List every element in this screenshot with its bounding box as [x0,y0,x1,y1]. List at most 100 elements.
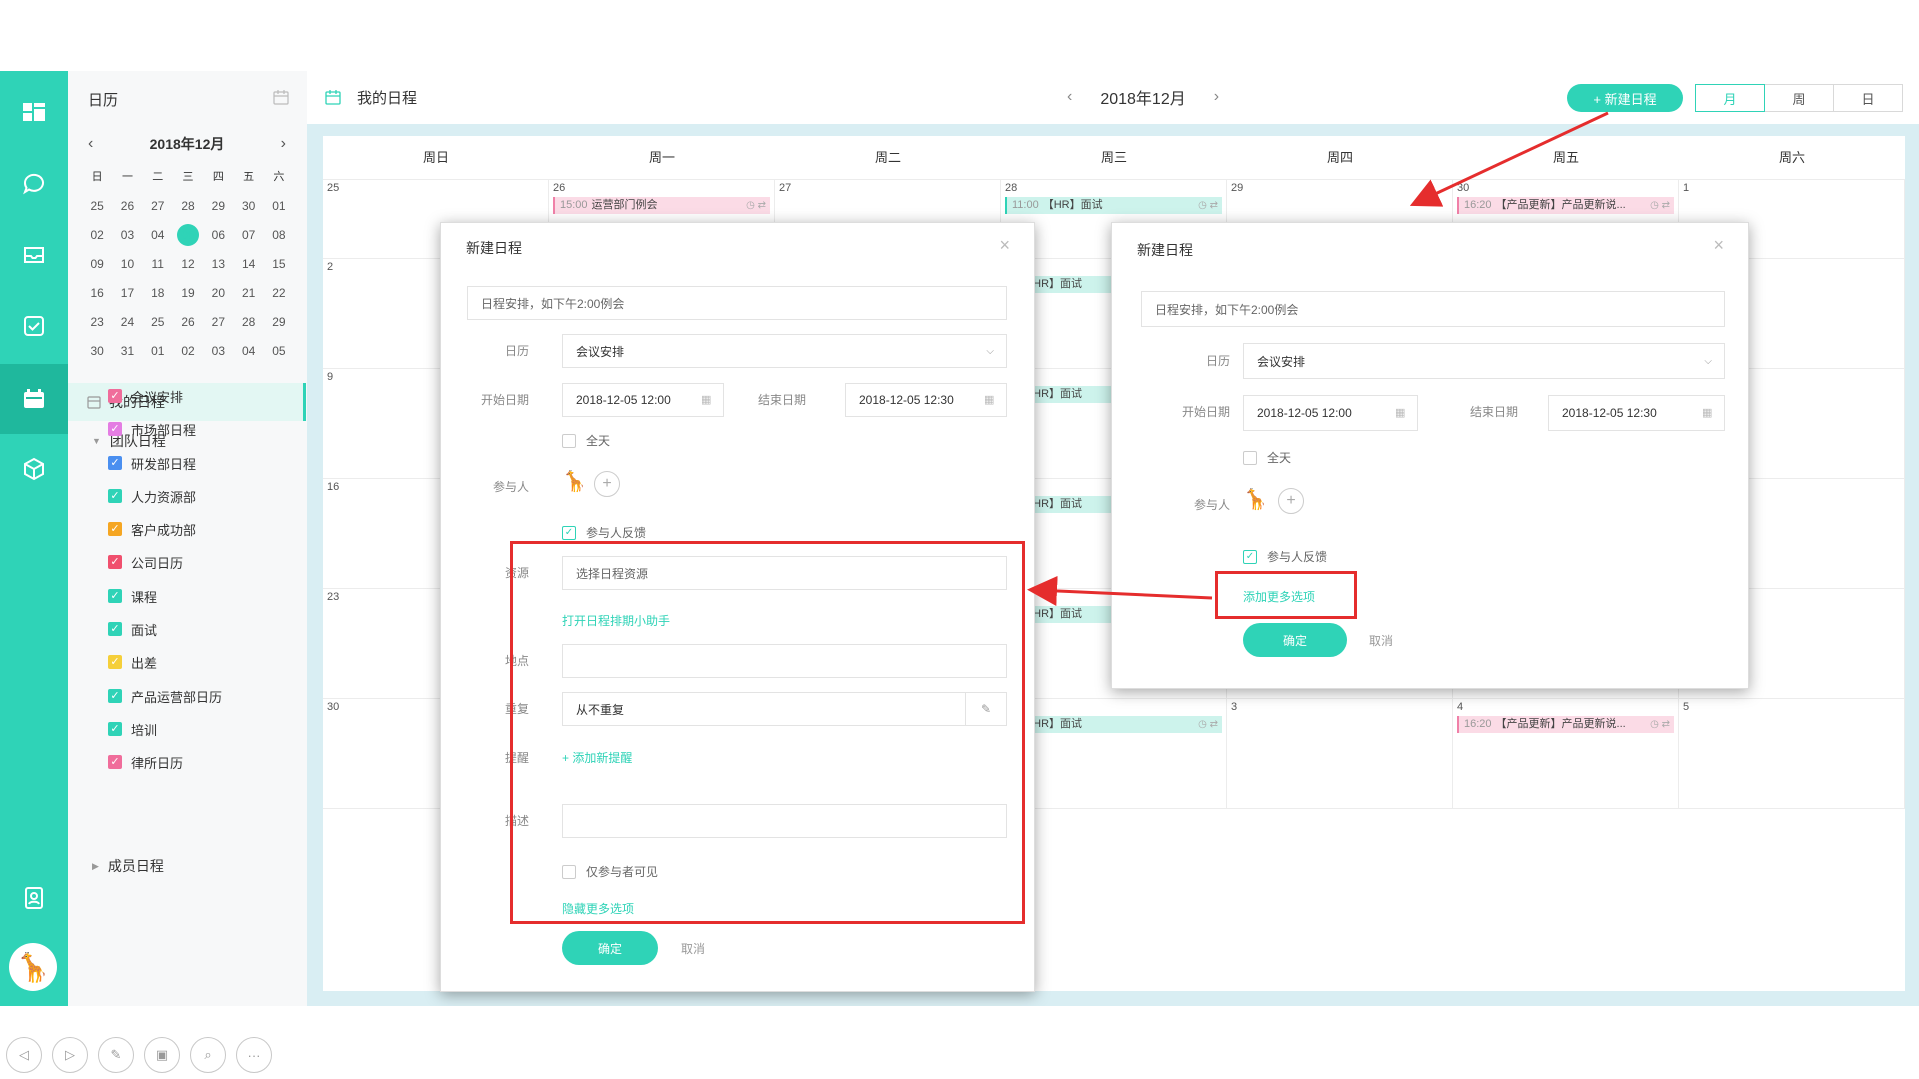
all-day-checkbox[interactable]: 全天 [562,432,610,449]
team-calendar-item[interactable]: ✓ 人力资源部 [108,486,196,506]
mini-day[interactable]: 28 [173,195,203,217]
team-calendar-item[interactable]: ✓ 公司日历 [108,552,183,572]
confirm-button[interactable]: 确定 [562,931,658,965]
mini-day[interactable]: 06 [203,224,233,246]
mini-day[interactable]: 03 [112,224,142,246]
mini-day[interactable]: 04 [143,224,173,246]
nav-member-schedule[interactable]: ▶ 成员日程 [68,847,306,885]
confirm-button[interactable]: 确定 [1243,623,1347,657]
mini-day[interactable]: 21 [233,282,263,304]
mini-day[interactable]: 26 [173,311,203,333]
mini-day[interactable]: 27 [143,195,173,217]
calendar-event[interactable]: 16:20【产品更新】产品更新说... ◷ ⇄ [1457,197,1674,214]
mini-day[interactable]: 17 [112,282,142,304]
mini-day[interactable]: 19 [173,282,203,304]
mini-day[interactable]: 05 [177,224,200,246]
zoom-icon[interactable]: ⌕ [190,1037,226,1073]
team-calendar-item[interactable]: ✓ 面试 [108,619,157,639]
event-title-input[interactable]: 日程安排，如下午2:00例会 [1141,291,1725,327]
end-date-field[interactable]: 2018-12-05 12:30 ▦ [845,383,1007,417]
mini-next-month-button[interactable]: › [275,135,292,153]
mini-day[interactable]: 29 [264,311,294,333]
new-event-button[interactable]: + 新建日程 [1567,84,1683,112]
user-avatar[interactable]: 🦒 [9,943,57,991]
close-icon[interactable]: × [999,235,1010,256]
forward-icon[interactable]: ▷ [52,1037,88,1073]
participant-feedback-checkbox[interactable]: ✓ 参与人反馈 [562,524,646,541]
slides-icon[interactable]: ▣ [144,1037,180,1073]
calendar-select[interactable]: 会议安排 ⌵ [562,334,1007,368]
contacts-icon[interactable] [0,873,68,923]
mini-day[interactable]: 02 [82,224,112,246]
team-calendar-item[interactable]: ✓ 课程 [108,586,157,606]
mini-day[interactable]: 09 [82,253,112,275]
tab-month[interactable]: 月 [1695,84,1765,112]
team-calendar-item[interactable]: ✓ 律所日历 [108,752,183,772]
mini-day[interactable]: 20 [203,282,233,304]
team-calendar-item[interactable]: ✓ 会议安排 [108,386,183,406]
mini-day[interactable]: 28 [233,311,263,333]
start-date-field[interactable]: 2018-12-05 12:00 ▦ [562,383,724,417]
mini-day[interactable]: 29 [203,195,233,217]
inbox-icon[interactable] [0,230,68,280]
mini-day[interactable]: 30 [82,340,112,362]
mini-prev-month-button[interactable]: ‹ [82,135,99,153]
mini-day[interactable]: 24 [112,311,142,333]
dashboard-icon[interactable] [0,87,68,137]
mini-day[interactable]: 12 [173,253,203,275]
mini-day[interactable]: 02 [173,340,203,362]
back-icon[interactable]: ◁ [6,1037,42,1073]
calendar-event[interactable]: 0【HR】面试◷ ⇄ [1005,716,1222,733]
mini-day[interactable]: 15 [264,253,294,275]
team-calendar-item[interactable]: ✓ 出差 [108,652,157,672]
mini-day[interactable]: 08 [264,224,294,246]
team-calendar-item[interactable]: ✓ 培训 [108,719,157,739]
calendar-settings-icon[interactable] [273,89,289,105]
end-date-field[interactable]: 2018-12-05 12:30 ▦ [1548,395,1725,431]
mini-day[interactable]: 14 [233,253,263,275]
mini-day[interactable]: 25 [143,311,173,333]
mini-day[interactable]: 10 [112,253,142,275]
calendar-event[interactable]: 15:00 运营部门例会 ◷ ⇄ [553,197,770,214]
add-participant-icon[interactable]: + [1278,488,1304,514]
pen-icon[interactable]: ✎ [98,1037,134,1073]
mini-day[interactable]: 04 [233,340,263,362]
mini-day[interactable]: 16 [82,282,112,304]
cancel-button[interactable]: 取消 [1369,632,1393,649]
task-icon[interactable] [0,301,68,351]
event-title-input[interactable]: 日程安排，如下午2:00例会 [467,286,1007,320]
prev-month-button[interactable]: ‹ [1067,88,1072,106]
mini-day[interactable]: 03 [203,340,233,362]
mini-day[interactable]: 25 [82,195,112,217]
calendar-day-cell[interactable]: 3 [1227,698,1453,808]
mini-day[interactable]: 23 [82,311,112,333]
calendar-event[interactable]: 16:20【产品更新】产品更新说... ◷ ⇄ [1457,716,1674,733]
mini-day[interactable]: 30 [233,195,263,217]
team-calendar-item[interactable]: ✓ 研发部日程 [108,453,196,473]
calendar-day-cell[interactable]: 5 [1679,698,1905,808]
calendar-icon[interactable] [0,364,68,434]
mini-day[interactable]: 01 [143,340,173,362]
cube-icon[interactable] [0,444,68,494]
tab-week[interactable]: 周 [1764,84,1834,112]
close-icon[interactable]: × [1713,235,1724,256]
mini-day[interactable]: 07 [233,224,263,246]
mini-day[interactable]: 26 [112,195,142,217]
mini-day[interactable]: 05 [264,340,294,362]
team-calendar-item[interactable]: ✓ 客户成功部 [108,519,196,539]
more-icon[interactable]: ··· [236,1037,272,1073]
next-month-button[interactable]: › [1214,88,1219,106]
calendar-event[interactable]: 11:00 【HR】面试 ◷ ⇄ [1005,197,1222,214]
mini-day[interactable]: 31 [112,340,142,362]
mini-day[interactable]: 13 [203,253,233,275]
all-day-checkbox[interactable]: 全天 [1243,449,1291,466]
chat-icon[interactable] [0,159,68,209]
participant-feedback-checkbox[interactable]: ✓ 参与人反馈 [1243,548,1327,565]
team-calendar-item[interactable]: ✓ 市场部日程 [108,419,196,439]
start-date-field[interactable]: 2018-12-05 12:00 ▦ [1243,395,1418,431]
team-calendar-item[interactable]: ✓ 产品运营部日历 [108,686,222,706]
calendar-day-cell[interactable]: 4 16:20 【产品更新】产品更新说... ◷ ⇄ [1453,698,1679,808]
nav-my-schedule[interactable]: 我的日程 [68,383,306,421]
tab-day[interactable]: 日 [1833,84,1903,112]
mini-day[interactable]: 01 [264,195,294,217]
